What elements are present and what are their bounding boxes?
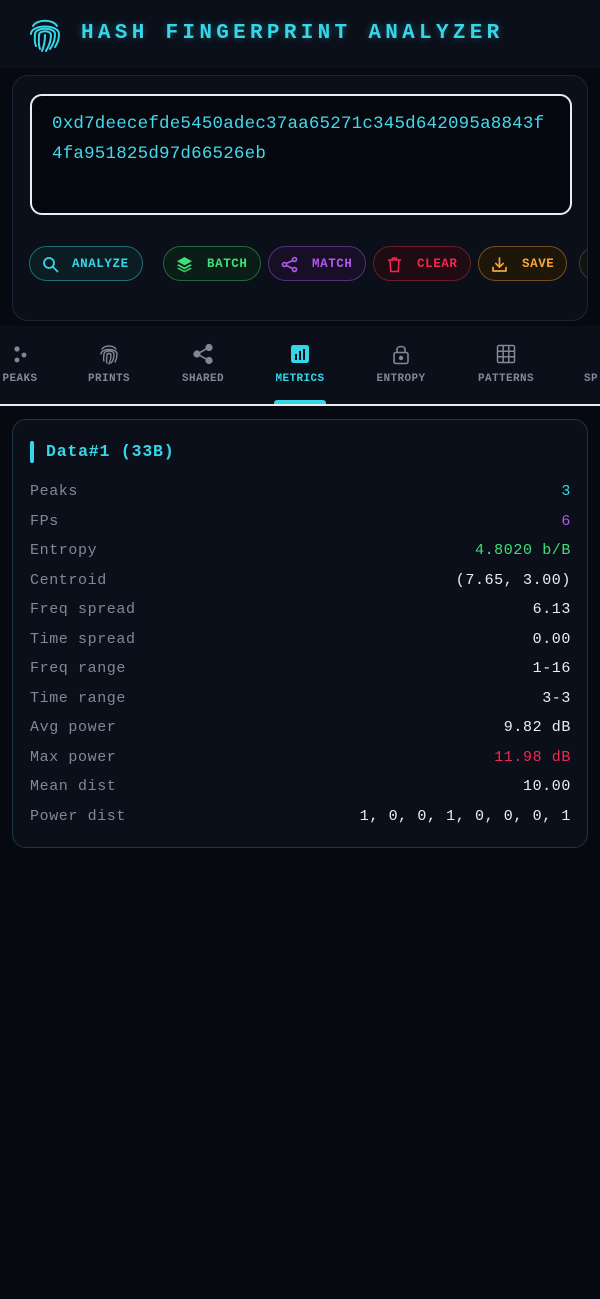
metric-label: FPs xyxy=(30,512,59,530)
metric-value: 11.98 dB xyxy=(494,748,571,766)
metric-row: Power dist 1, 0, 0, 1, 0, 0, 0, 1 xyxy=(30,808,571,830)
metric-row: Freq spread 6.13 xyxy=(30,601,571,623)
fingerprint-icon xyxy=(30,19,61,52)
more-actions-button[interactable] xyxy=(579,246,587,281)
metric-row: Time spread 0.00 xyxy=(30,631,571,653)
metrics-card: Data#1 (33B) Peaks 3 FPs 6 Entropy 4.8020 b/B… xyxy=(12,419,588,848)
metric-value: 1, 0, 0, 1, 0, 0, 0, 1 xyxy=(359,807,571,825)
tab-sp-label: SP xyxy=(584,373,599,385)
metric-row: Avg power 9.82 dB xyxy=(30,719,571,741)
hash-input-card: 0xd7deecefde5450adec37aa65271c345d642095… xyxy=(12,75,588,321)
metric-value: 3 xyxy=(561,483,571,500)
metric-label: Time range xyxy=(30,689,127,707)
bar-chart-icon xyxy=(291,345,309,363)
metric-value: 9.82 dB xyxy=(503,719,571,736)
action-button-row: ANALYZE BATCH MATCH CLEAR SAVE xyxy=(29,246,587,282)
metric-label: Power dist xyxy=(30,807,127,825)
metric-row: Max power 11.98 dB xyxy=(30,749,571,771)
tab-prints[interactable]: PRINTS xyxy=(79,326,139,404)
tab-bar: PEAKS PRINTS SHARED METRICS ENTROPY PATT… xyxy=(0,326,600,406)
tab-sp[interactable]: SP xyxy=(580,326,600,404)
metric-row: Entropy 4.8020 b/B xyxy=(30,542,571,564)
metric-label: Centroid xyxy=(30,571,107,589)
tab-peaks[interactable]: PEAKS xyxy=(0,326,44,404)
clear-button[interactable]: CLEAR xyxy=(373,246,471,281)
metric-label: Mean dist xyxy=(30,778,117,795)
trash-icon xyxy=(387,257,402,273)
metric-value: 0.00 xyxy=(532,630,571,648)
metric-value: 6 xyxy=(561,512,571,530)
analyze-button[interactable]: ANALYZE xyxy=(29,246,143,281)
share-icon xyxy=(193,343,213,365)
metric-row: Centroid (7.65, 3.00) xyxy=(30,572,571,594)
app-title: HASH FINGERPRINT ANALYZER xyxy=(81,22,504,45)
metric-row: Time range 3-3 xyxy=(30,690,571,712)
metric-value: 3-3 xyxy=(542,689,571,707)
active-tab-indicator xyxy=(274,400,326,404)
tab-shared-label: SHARED xyxy=(181,373,224,385)
analyze-button-label: ANALYZE xyxy=(72,257,129,271)
metric-value: 6.13 xyxy=(532,601,571,618)
tab-metrics-label: METRICS xyxy=(275,373,325,385)
metric-value: (7.65, 3.00) xyxy=(455,571,571,589)
share-icon xyxy=(281,256,298,273)
tab-entropy[interactable]: ENTROPY xyxy=(368,326,434,404)
save-button[interactable]: SAVE xyxy=(478,246,567,281)
tab-shared[interactable]: SHARED xyxy=(172,326,234,404)
metric-value: 1-16 xyxy=(532,660,571,677)
scatter-icon xyxy=(14,346,27,363)
metric-label: Time spread xyxy=(30,630,136,648)
metric-row: Freq range 1-16 xyxy=(30,660,571,682)
hash-input[interactable]: 0xd7deecefde5450adec37aa65271c345d642095… xyxy=(30,94,572,215)
save-button-label: SAVE xyxy=(522,257,555,271)
search-icon xyxy=(43,257,59,273)
lock-icon xyxy=(393,345,409,365)
fingerprint-icon xyxy=(100,345,118,365)
metric-value: 4.8020 b/B xyxy=(474,542,571,559)
metric-label: Peaks xyxy=(30,483,79,500)
tab-peaks-label: PEAKS xyxy=(2,373,38,385)
metric-label: Avg power xyxy=(30,719,117,736)
layers-icon xyxy=(177,257,192,273)
tab-patterns[interactable]: PATTERNS xyxy=(470,326,542,404)
batch-button[interactable]: BATCH xyxy=(163,246,261,281)
app-header: HASH FINGERPRINT ANALYZER xyxy=(0,0,600,68)
metric-row: Peaks 3 xyxy=(30,483,571,505)
metric-row: Mean dist 10.00 xyxy=(30,778,571,800)
tab-prints-label: PRINTS xyxy=(87,373,130,385)
metric-label: Freq spread xyxy=(30,601,136,618)
metric-row: FPs 6 xyxy=(30,513,571,535)
metric-label: Entropy xyxy=(30,542,98,559)
match-button[interactable]: MATCH xyxy=(268,246,366,281)
metric-label: Freq range xyxy=(30,660,127,677)
metric-label: Max power xyxy=(30,748,117,766)
match-button-label: MATCH xyxy=(312,257,353,271)
clear-button-label: CLEAR xyxy=(417,257,458,271)
download-icon xyxy=(492,257,507,272)
tab-patterns-label: PATTERNS xyxy=(477,373,534,385)
card-title: Data#1 (33B) xyxy=(46,442,175,461)
tab-entropy-label: ENTROPY xyxy=(376,373,426,385)
grid-icon xyxy=(496,344,516,364)
card-accent-bar xyxy=(30,441,34,463)
tab-metrics[interactable]: METRICS xyxy=(266,326,334,404)
metric-value: 10.00 xyxy=(522,778,571,795)
batch-button-label: BATCH xyxy=(207,257,248,271)
